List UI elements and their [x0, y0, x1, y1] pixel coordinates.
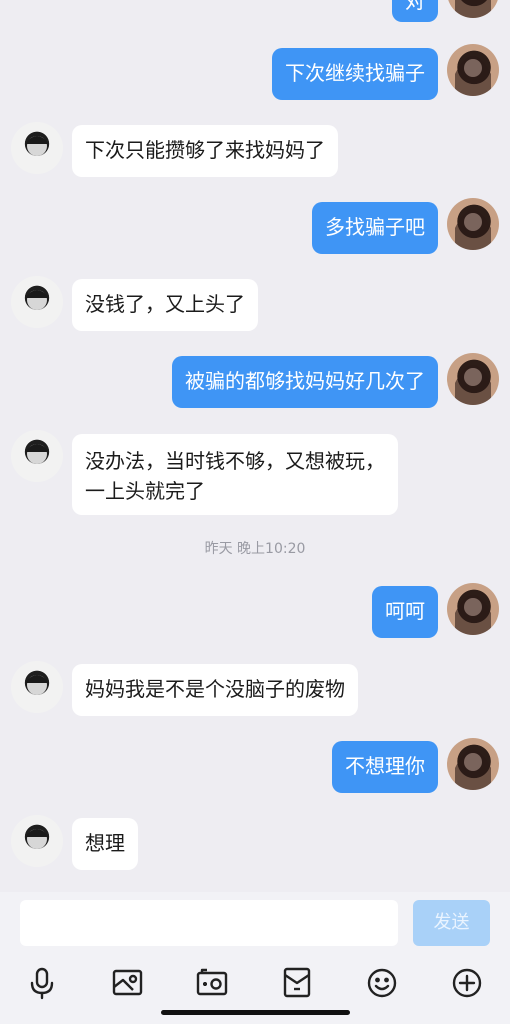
message-bubble-outgoing[interactable]: 呵呵 — [372, 586, 438, 638]
avatar-self[interactable] — [447, 198, 499, 250]
message-bubble-outgoing[interactable]: 不想理你 — [332, 741, 438, 793]
microphone-icon[interactable] — [22, 962, 62, 1002]
message-bubble-outgoing[interactable]: 对 — [392, 0, 438, 22]
avatar-contact[interactable] — [11, 815, 63, 867]
home-indicator[interactable] — [161, 1010, 350, 1015]
avatar-self[interactable] — [447, 44, 499, 96]
message-bubble-incoming[interactable]: 没钱了，又上头了 — [72, 279, 258, 331]
message-bubble-outgoing[interactable]: 下次继续找骗子 — [272, 48, 438, 100]
image-icon[interactable] — [107, 962, 147, 1002]
avatar-self[interactable] — [447, 0, 499, 18]
avatar-contact[interactable] — [11, 276, 63, 328]
input-bar: 发送 — [0, 892, 510, 954]
avatar-contact[interactable] — [11, 122, 63, 174]
timestamp: 昨天 晚上10:20 — [204, 541, 306, 557]
avatar-self[interactable] — [447, 738, 499, 790]
avatar-self[interactable] — [447, 353, 499, 405]
plus-icon[interactable] — [447, 962, 487, 1002]
camera-icon[interactable] — [192, 962, 232, 1002]
red-packet-icon[interactable] — [277, 962, 317, 1002]
message-bubble-outgoing[interactable]: 被骗的都够找妈妈好几次了 — [172, 356, 438, 408]
message-bubble-outgoing[interactable]: 多找骗子吧 — [312, 202, 438, 254]
avatar-self[interactable] — [447, 583, 499, 635]
message-bubble-incoming[interactable]: 妈妈我是不是个没脑子的废物 — [72, 664, 358, 716]
chat-message-list[interactable]: 对 下次继续找骗子 下次只能攒够了来找妈妈了 多找骗子吧 没钱了，又上头了 被骗… — [0, 0, 510, 892]
message-input[interactable] — [20, 900, 398, 946]
send-button[interactable]: 发送 — [413, 900, 490, 946]
message-bubble-incoming[interactable]: 没办法，当时钱不够，又想被玩， 一上头就完了 — [72, 434, 398, 515]
avatar-contact[interactable] — [11, 430, 63, 482]
message-bubble-incoming[interactable]: 想理 — [72, 818, 138, 870]
emoji-icon[interactable] — [362, 962, 402, 1002]
avatar-contact[interactable] — [11, 661, 63, 713]
message-bubble-incoming[interactable]: 下次只能攒够了来找妈妈了 — [72, 125, 338, 177]
